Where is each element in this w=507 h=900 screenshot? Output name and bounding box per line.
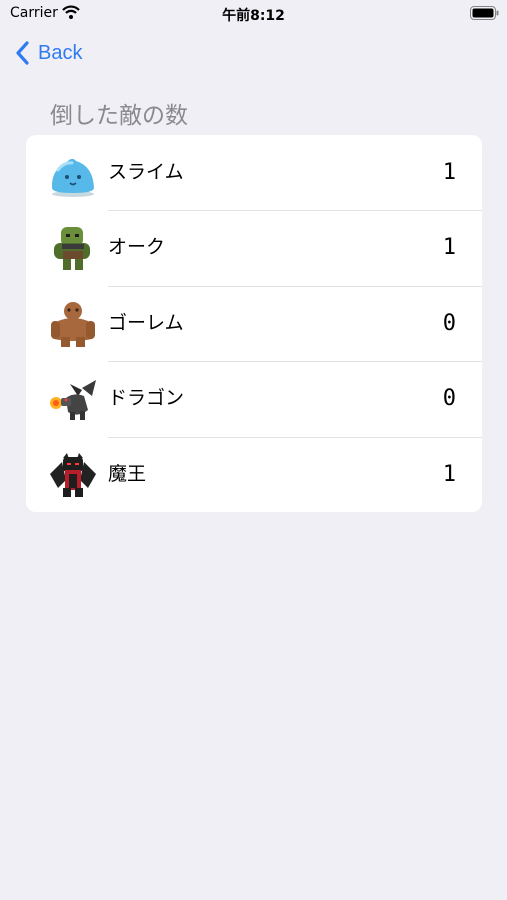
enemy-count: 1 [442, 461, 456, 487]
enemy-count: 1 [442, 235, 456, 261]
slime-icon [51, 158, 94, 197]
enemy-name: ドラゴン [108, 387, 185, 410]
chevron-left-icon [16, 41, 29, 65]
list-item[interactable]: ゴーレム 0 [26, 285, 482, 361]
enemy-name: ゴーレム [108, 311, 184, 334]
enemy-count: 1 [442, 160, 456, 185]
orc-icon [54, 227, 90, 271]
enemy-name: 魔王 [108, 462, 147, 485]
back-label: Back [38, 41, 83, 64]
golem-icon [51, 301, 95, 347]
enemy-count: 0 [442, 310, 456, 336]
enemy-count: 0 [442, 386, 456, 412]
demon-king-icon [50, 452, 96, 497]
status-time: 午前8:12 [222, 8, 285, 24]
enemy-name: オーク [108, 236, 166, 259]
back-button[interactable]: Back [14, 38, 82, 68]
list-item[interactable]: 魔王 1 [26, 436, 482, 512]
battery-icon [470, 6, 499, 20]
dragon-icon [50, 380, 96, 421]
list-item[interactable]: オーク 1 [26, 210, 482, 285]
status-bar: Carrier 午前8:12 [0, 0, 507, 30]
enemy-list: スライム 1 オーク 1 ゴーレム 0 ドラゴン 0 魔王 1 [26, 135, 482, 512]
list-item[interactable]: スライム 1 [26, 135, 482, 210]
list-item[interactable]: ドラゴン 0 [26, 361, 482, 436]
section-title: 倒した敵の数 [50, 103, 188, 129]
enemy-name: スライム [108, 161, 184, 183]
